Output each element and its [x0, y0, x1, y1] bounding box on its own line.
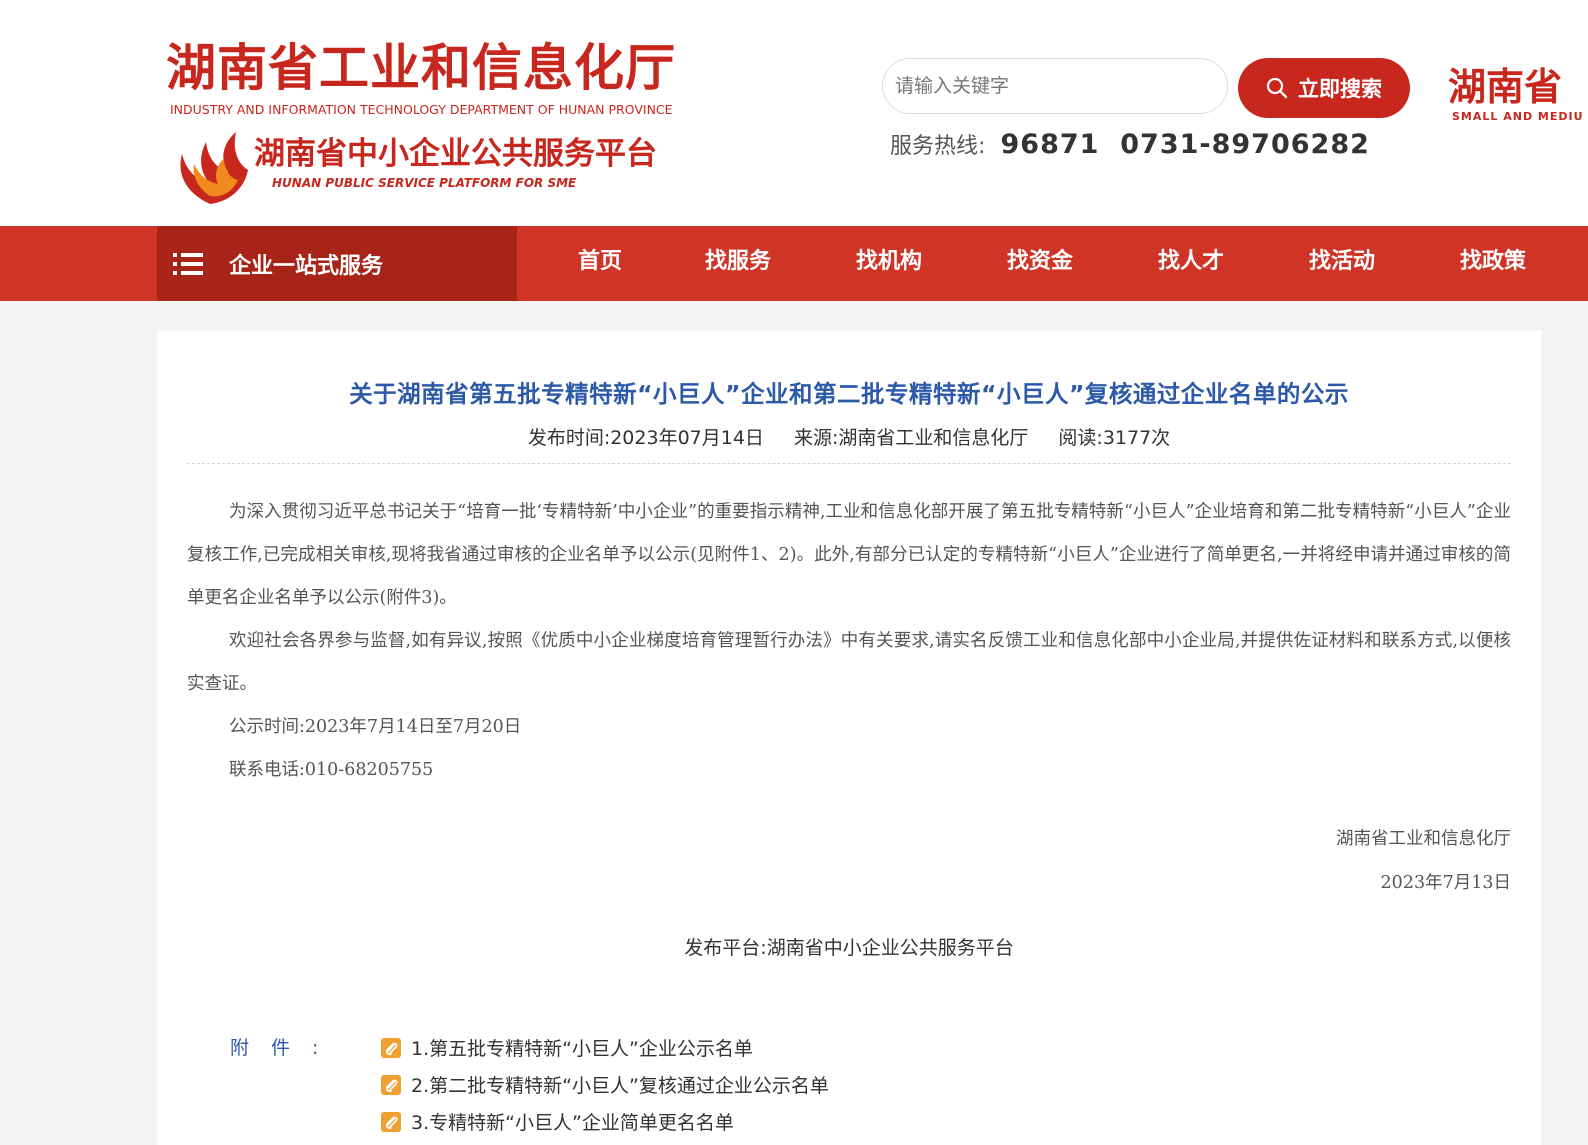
publish-platform: 发布平台:湖南省中小企业公共服务平台 — [684, 937, 1014, 959]
signature-date: 2023年7月13日 — [1380, 873, 1511, 893]
nav-item-find-agency[interactable]: 找机构 — [856, 226, 922, 301]
attachment-label: 1.第五批专精特新“小巨人”企业公示名单 — [411, 1038, 753, 1060]
title-divider — [187, 463, 1511, 464]
hotline-label: 服务热线: — [890, 134, 986, 159]
publish-time: 发布时间:2023年07月14日 — [527, 427, 764, 449]
read-count: 阅读:3177次 — [1058, 427, 1171, 449]
attachments-list: 1.第五批专精特新“小巨人”企业公示名单 2.第二批专精特新“小巨人”复核通过企… — [381, 1029, 829, 1140]
platform-logo-title[interactable]: 湖南省中小企业公共服务平台 — [254, 134, 657, 174]
org-logo-subtitle-en: INDUSTRY AND INFORMATION TECHNOLOGY DEPA… — [170, 102, 673, 117]
service-hotline: 服务热线: 96871 0731-89706282 — [890, 128, 1370, 160]
body-paragraph: 欢迎社会各界参与监督,如有异议,按照《优质中小企业梯度培育管理暂行办法》中有关要… — [187, 631, 1511, 694]
article-source: 来源:湖南省工业和信息化厅 — [793, 427, 1029, 449]
attachment-paperclip-icon — [381, 1074, 401, 1095]
search-icon — [1266, 77, 1288, 99]
attachment-paperclip-icon — [381, 1037, 401, 1058]
phoenix-logo-icon — [180, 132, 248, 204]
attachment-label: 2.第二批专精特新“小巨人”复核通过企业公示名单 — [411, 1075, 829, 1097]
nav-item-find-events[interactable]: 找活动 — [1309, 226, 1375, 301]
nav-item-find-funding[interactable]: 找资金 — [1007, 226, 1073, 301]
nav-item-find-talent[interactable]: 找人才 — [1158, 226, 1224, 301]
search-input[interactable] — [882, 58, 1228, 114]
search-button[interactable]: 立即搜索 — [1238, 58, 1410, 118]
nav-item-home[interactable]: 首页 — [578, 226, 622, 301]
attachments-label: 附件: — [230, 1037, 341, 1059]
attachment-paperclip-icon — [381, 1111, 401, 1132]
article-body: 为深入贯彻习近平总书记关于“培育一批‘专精特新’中小企业”的重要指示精神,工业和… — [187, 491, 1511, 792]
nav-item-find-service[interactable]: 找服务 — [705, 226, 771, 301]
attachment-link[interactable]: 1.第五批专精特新“小巨人”企业公示名单 — [381, 1029, 829, 1066]
attachment-link[interactable]: 3.专精特新“小巨人”企业简单更名名单 — [381, 1103, 829, 1140]
article-title: 关于湖南省第五批专精特新“小巨人”企业和第二批专精特新“小巨人”复核通过企业名单… — [349, 380, 1349, 408]
platform-logo-subtitle-en: HUNAN PUBLIC SERVICE PLATFORM FOR SME — [272, 176, 577, 190]
org-logo-title[interactable]: 湖南省工业和信息化厅 — [166, 38, 676, 98]
site-header: 湖南省工业和信息化厅 INDUSTRY AND INFORMATION TECH… — [0, 0, 1588, 226]
one-stop-service-label: 企业一站式服务 — [229, 253, 384, 279]
signature-org: 湖南省工业和信息化厅 — [1336, 829, 1511, 849]
hotline-numbers: 96871 0731-89706282 — [1000, 129, 1370, 160]
sme-logo-title[interactable]: 湖南省 — [1448, 64, 1562, 110]
article-panel: 关于湖南省第五批专精特新“小巨人”企业和第二批专精特新“小巨人”复核通过企业名单… — [157, 331, 1541, 1145]
article-meta: 发布时间:2023年07月14日 来源:湖南省工业和信息化厅 阅读:3177次 — [157, 423, 1541, 450]
nav-item-find-policy[interactable]: 找政策 — [1460, 226, 1526, 301]
search-button-label: 立即搜索 — [1298, 77, 1382, 101]
body-paragraph: 联系电话:010-68205755 — [229, 760, 434, 780]
attachment-label: 3.专精特新“小巨人”企业简单更名名单 — [411, 1112, 734, 1134]
list-menu-icon — [173, 252, 203, 275]
body-paragraph: 公示时间:2023年7月14日至7月20日 — [229, 717, 522, 737]
one-stop-service-menu[interactable]: 企业一站式服务 — [157, 226, 517, 301]
sme-logo-subtitle-en: SMALL AND MEDIU — [1452, 110, 1584, 123]
main-navbar: 企业一站式服务 首页 找服务 找机构 找资金 找人才 找活动 找政策 — [0, 226, 1588, 301]
attachment-link[interactable]: 2.第二批专精特新“小巨人”复核通过企业公示名单 — [381, 1066, 829, 1103]
body-paragraph: 为深入贯彻习近平总书记关于“培育一批‘专精特新’中小企业”的重要指示精神,工业和… — [187, 502, 1511, 608]
